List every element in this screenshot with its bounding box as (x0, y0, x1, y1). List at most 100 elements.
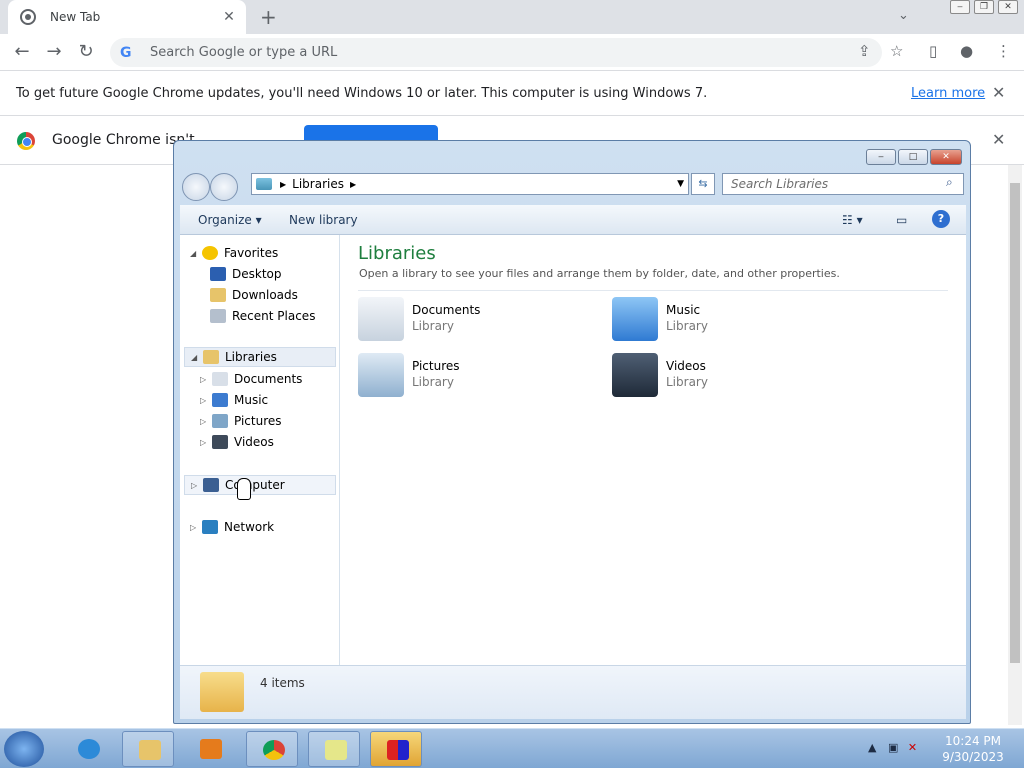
videos-library-icon (612, 353, 658, 397)
view-options-icon[interactable]: ☷ ▾ (842, 213, 863, 227)
window-controls: ‒ ❐ ✕ (950, 0, 1018, 14)
reload-icon[interactable]: ↻ (76, 42, 96, 62)
share-icon[interactable]: ⇪ (858, 42, 871, 60)
star-icon (202, 246, 218, 260)
side-panel-icon[interactable]: ▯ (929, 42, 937, 60)
explorer-close-icon[interactable]: ✕ (930, 149, 962, 165)
documents-icon (212, 372, 228, 386)
hand-cursor-icon (237, 478, 251, 500)
new-library-button[interactable]: New library (289, 213, 358, 227)
taskbar-media-player[interactable] (184, 731, 236, 767)
search-input[interactable]: Search Libraries (722, 173, 964, 195)
close-window-icon[interactable]: ✕ (998, 0, 1018, 14)
search-icon: ⌕ (946, 175, 953, 189)
content-pane: Libraries Open a library to see your fil… (340, 235, 966, 665)
explorer-maximize-icon[interactable]: □ (898, 149, 928, 165)
nav-network[interactable]: ▷ Network (190, 517, 274, 537)
new-tab-button[interactable]: + (260, 7, 277, 27)
network-status-icon[interactable]: ▣ (888, 741, 898, 754)
videos-icon (212, 435, 228, 449)
learn-more-link[interactable]: Learn more (911, 86, 985, 101)
refresh-icon[interactable]: ⇆ (691, 173, 715, 195)
volume-muted-icon[interactable]: ✕ (908, 741, 917, 754)
internet-explorer-icon (78, 739, 100, 759)
desktop-icon (210, 267, 226, 281)
close-tab-icon[interactable]: ✕ (220, 8, 238, 26)
chrome-tab-strip: New Tab ✕ + ⌄ ‒ ❐ ✕ (0, 0, 1024, 34)
nav-favorites[interactable]: ◢ Favorites (190, 243, 278, 263)
show-hidden-icons[interactable]: ▲ (868, 741, 876, 754)
restore-icon[interactable]: ❐ (974, 0, 994, 14)
tab-title: New Tab (50, 10, 101, 24)
sticky-notes-icon (325, 740, 347, 760)
chrome-tab-icon (20, 9, 36, 25)
bookmark-star-icon[interactable]: ☆ (890, 42, 903, 60)
libraries-icon (203, 350, 219, 364)
library-item-music[interactable]: Music Library (612, 297, 852, 347)
media-player-icon (200, 739, 222, 759)
library-item-documents[interactable]: Documents Library (358, 297, 598, 347)
close-default-infobar-icon[interactable]: ✕ (992, 130, 1005, 149)
page-title: Libraries (358, 243, 436, 264)
minimize-icon[interactable]: ‒ (950, 0, 970, 14)
preview-pane-icon[interactable]: ▭ (896, 213, 907, 227)
music-icon (212, 393, 228, 407)
recent-places-icon (210, 309, 226, 323)
library-item-videos[interactable]: Videos Library (612, 353, 852, 403)
taskbar-sticky-notes[interactable] (308, 731, 360, 767)
update-infobar: To get future Google Chrome updates, you… (0, 71, 1024, 116)
taskbar-internet-explorer[interactable] (62, 731, 114, 767)
nav-libraries[interactable]: ◢ Libraries (184, 347, 336, 367)
nav-documents[interactable]: ▷ Documents (200, 369, 302, 389)
tab-new-tab[interactable]: New Tab ✕ (8, 0, 246, 34)
omnibox[interactable]: G Search Google or type a URL (110, 38, 882, 67)
pictures-library-icon (358, 353, 404, 397)
taskbar-explorer[interactable] (122, 731, 174, 767)
clock[interactable]: 10:24 PM 9/30/2023 (930, 733, 1016, 765)
divider (358, 290, 948, 291)
taskbar: ▲ ▣ ✕ 10:24 PM 9/30/2023 (0, 728, 1024, 768)
infobar-text: To get future Google Chrome updates, you… (16, 85, 708, 101)
details-pane: 4 items (180, 665, 966, 719)
close-infobar-icon[interactable]: ✕ (992, 83, 1005, 102)
nav-desktop[interactable]: Desktop (210, 264, 282, 284)
command-bar: Organize ▾ New library ☷ ▾ ▭ ? (180, 205, 966, 235)
library-item-pictures[interactable]: Pictures Library (358, 353, 598, 403)
back-arrow-icon[interactable] (182, 173, 210, 201)
nav-videos[interactable]: ▷ Videos (200, 432, 274, 452)
nav-music[interactable]: ▷ Music (200, 390, 268, 410)
forward-arrow-icon[interactable] (210, 173, 238, 201)
explorer-window: ‒ □ ✕ ▶ Libraries ▶ ▼ ⇆ Search Libraries… (173, 140, 971, 724)
start-button[interactable] (4, 731, 44, 767)
profile-icon[interactable]: ● (960, 42, 973, 60)
computer-icon (203, 478, 219, 492)
address-dropdown-icon[interactable]: ▼ (677, 179, 684, 189)
pictures-icon (212, 414, 228, 428)
address-bar[interactable]: ▶ Libraries ▶ ▼ (251, 173, 689, 195)
page-scrollbar[interactable] (1008, 165, 1022, 725)
chrome-icon (263, 740, 285, 760)
network-icon (202, 520, 218, 534)
taskbar-app-active[interactable] (370, 731, 422, 767)
nav-computer[interactable]: ▷ Computer (184, 475, 336, 495)
app-icon (387, 740, 409, 760)
explorer-minimize-icon[interactable]: ‒ (866, 149, 896, 165)
menu-icon[interactable]: ⋮ (996, 42, 1011, 60)
nav-recent-places[interactable]: Recent Places (210, 306, 315, 326)
omnibox-placeholder: Search Google or type a URL (150, 45, 338, 60)
breadcrumb-libraries[interactable]: Libraries (292, 177, 344, 191)
date: 9/30/2023 (942, 750, 1004, 764)
forward-icon[interactable]: → (44, 42, 64, 62)
libraries-folder-icon (256, 178, 272, 190)
item-count: 4 items (260, 676, 305, 690)
help-icon[interactable]: ? (932, 210, 950, 228)
taskbar-chrome[interactable] (246, 731, 298, 767)
scrollbar-thumb[interactable] (1010, 183, 1020, 663)
organize-button[interactable]: Organize ▾ (198, 213, 262, 227)
back-icon[interactable]: ← (12, 42, 32, 62)
navigation-pane: ◢ Favorites Desktop Downloads Recent Plac… (180, 235, 340, 665)
chrome-toolbar: ← → ↻ G Search Google or type a URL ⇪ ☆ … (0, 34, 1024, 71)
nav-pictures[interactable]: ▷ Pictures (200, 411, 282, 431)
nav-downloads[interactable]: Downloads (210, 285, 298, 305)
tab-search-icon[interactable]: ⌄ (898, 8, 909, 23)
